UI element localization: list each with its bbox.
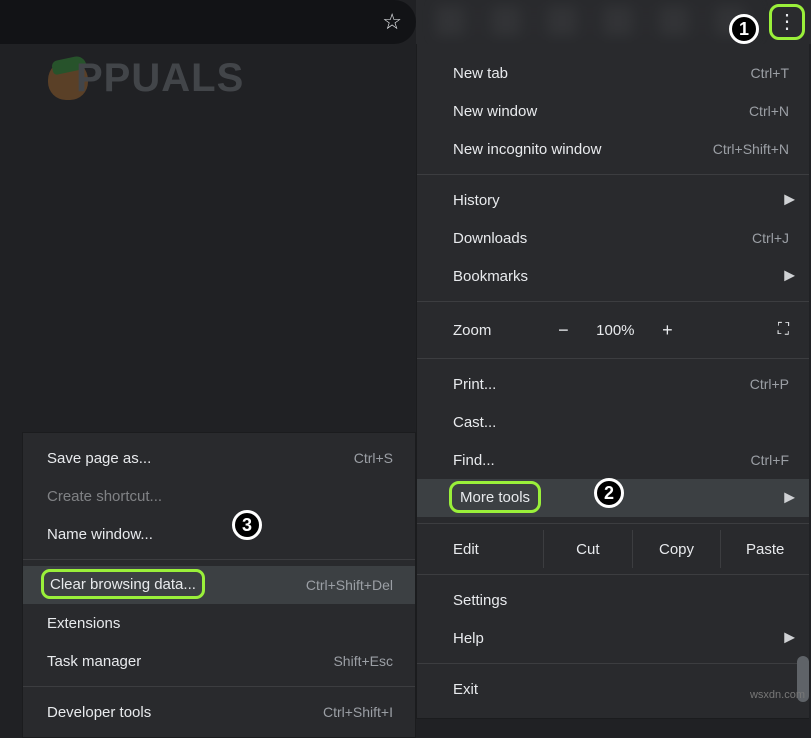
chevron-right-icon: ▶ xyxy=(784,629,795,646)
menu-settings[interactable]: Settings xyxy=(417,581,809,619)
menu-cast[interactable]: Cast... xyxy=(417,403,809,441)
zoom-value: 100% xyxy=(585,322,645,339)
highlight-more-tools: More tools xyxy=(449,481,541,513)
menu-history[interactable]: History ▶ xyxy=(417,181,809,219)
edit-paste-button[interactable]: Paste xyxy=(720,530,809,568)
submenu-save-page[interactable]: Save page as... Ctrl+S xyxy=(23,439,415,477)
annotation-badge-3: 3 xyxy=(232,510,262,540)
chevron-right-icon: ▶ xyxy=(784,489,795,506)
menu-new-incognito[interactable]: New incognito window Ctrl+Shift+N xyxy=(417,130,809,168)
menu-print[interactable]: Print... Ctrl+P xyxy=(417,365,809,403)
chrome-main-menu: New tab Ctrl+T New window Ctrl+N New inc… xyxy=(416,44,809,719)
menu-downloads[interactable]: Downloads Ctrl+J xyxy=(417,219,809,257)
menu-find[interactable]: Find... Ctrl+F xyxy=(417,441,809,479)
customize-menu-button[interactable]: ⋮ xyxy=(769,4,805,40)
menu-separator xyxy=(417,301,809,302)
menu-label: Clear browsing data... xyxy=(50,576,196,593)
menu-edit-row: Edit Cut Copy Paste xyxy=(417,530,809,568)
chevron-right-icon: ▶ xyxy=(784,267,795,284)
edit-cut-button[interactable]: Cut xyxy=(543,530,632,568)
logo-text: PPUALS xyxy=(76,56,244,101)
menu-separator xyxy=(417,358,809,359)
menu-help[interactable]: Help ▶ xyxy=(417,619,809,657)
omnibox-right-cap: ☆ xyxy=(0,0,416,44)
bookmark-star-icon[interactable]: ☆ xyxy=(382,9,402,35)
browser-toolbar: ☆ ⋮ xyxy=(0,0,811,44)
submenu-create-shortcut[interactable]: Create shortcut... xyxy=(23,477,415,515)
submenu-task-manager[interactable]: Task manager Shift+Esc xyxy=(23,642,415,680)
menu-label: More tools xyxy=(460,489,530,506)
edit-label: Edit xyxy=(453,541,543,558)
submenu-clear-browsing-data[interactable]: Clear browsing data... Ctrl+Shift+Del xyxy=(23,566,415,604)
zoom-label: Zoom xyxy=(453,322,491,339)
blurred-profile-icons xyxy=(436,6,756,36)
menu-separator xyxy=(417,174,809,175)
chevron-right-icon: ▶ xyxy=(784,191,795,208)
menu-new-window[interactable]: New window Ctrl+N xyxy=(417,92,809,130)
edit-copy-button[interactable]: Copy xyxy=(632,530,721,568)
submenu-name-window[interactable]: Name window... xyxy=(23,515,415,553)
menu-separator xyxy=(23,559,415,560)
menu-shortcut: Ctrl+T xyxy=(751,65,790,81)
menu-zoom-row: Zoom − 100% + ⛶ xyxy=(417,308,809,352)
annotation-badge-1: 1 xyxy=(729,14,759,44)
zoom-out-button[interactable]: − xyxy=(541,320,585,341)
more-tools-submenu: Save page as... Ctrl+S Create shortcut..… xyxy=(22,432,416,738)
zoom-in-button[interactable]: + xyxy=(645,320,689,341)
fullscreen-icon[interactable]: ⛶ xyxy=(778,321,789,339)
highlight-clear-data: Clear browsing data... xyxy=(41,569,205,599)
submenu-extensions[interactable]: Extensions xyxy=(23,604,415,642)
menu-bookmarks[interactable]: Bookmarks ▶ xyxy=(417,257,809,295)
appuals-watermark: PPUALS xyxy=(48,54,298,114)
menu-new-tab[interactable]: New tab Ctrl+T xyxy=(417,54,809,92)
submenu-developer-tools[interactable]: Developer tools Ctrl+Shift+I xyxy=(23,693,415,731)
menu-separator xyxy=(23,686,415,687)
menu-separator xyxy=(417,574,809,575)
menu-separator xyxy=(417,523,809,524)
annotation-badge-2: 2 xyxy=(594,478,624,508)
menu-label: New tab xyxy=(453,65,751,82)
source-watermark: wsxdn.com xyxy=(750,689,805,701)
menu-separator xyxy=(417,663,809,664)
